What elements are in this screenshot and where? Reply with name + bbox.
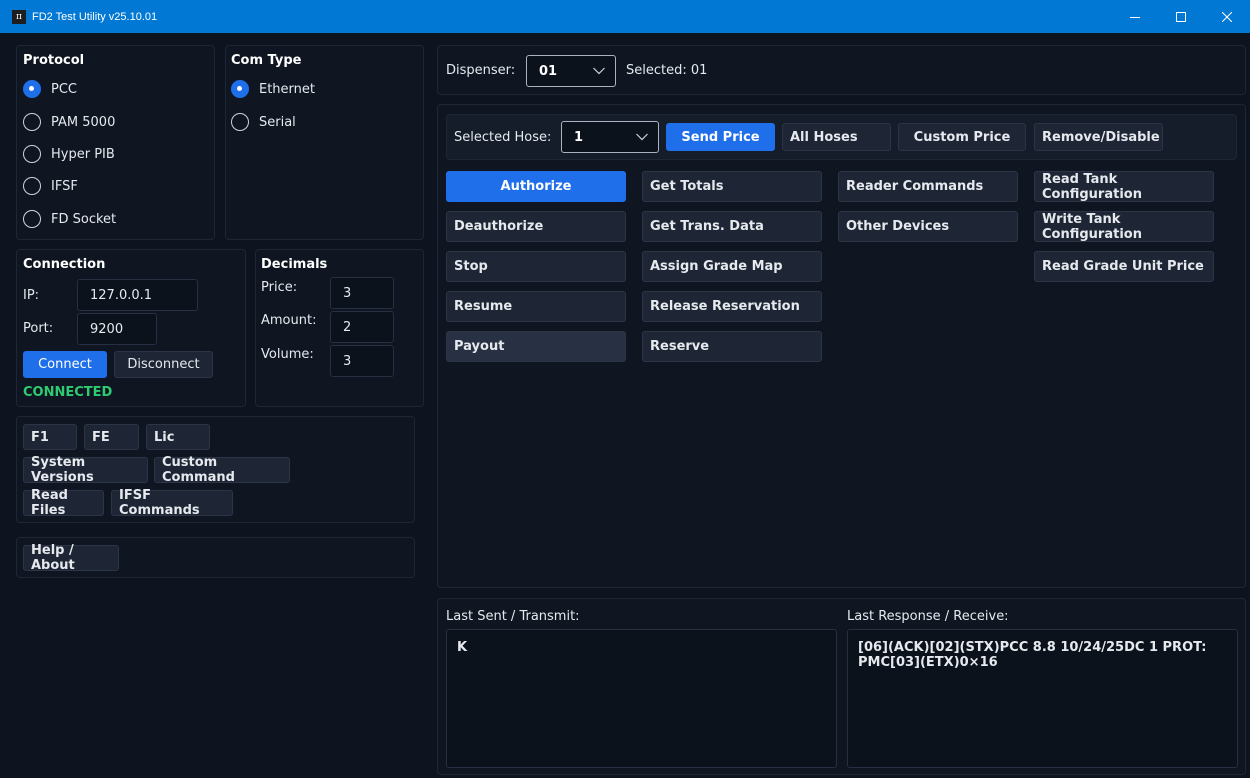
connect-button[interactable]: Connect [23, 351, 107, 378]
connection-heading: Connection [23, 257, 106, 272]
received-label: Last Response / Receive: [847, 609, 1009, 624]
deauthorize-button[interactable]: Deauthorize [446, 211, 626, 242]
window-title: FD2 Test Utility v25.10.01 [32, 10, 158, 23]
radio-selected-icon [23, 80, 41, 98]
price-label: Price: [261, 280, 298, 295]
protocol-option-label: IFSF [51, 178, 78, 194]
get-trans-data-button[interactable]: Get Trans. Data [642, 211, 822, 242]
dispenser-select[interactable]: 01 [526, 55, 616, 87]
close-button[interactable] [1204, 0, 1250, 33]
read-files-button[interactable]: Read Files [23, 488, 104, 518]
radio-selected-icon [231, 80, 249, 98]
radio-unselected-icon [23, 113, 41, 131]
minimize-button[interactable] [1112, 0, 1158, 33]
remove-disable-button[interactable]: Remove/Disable [1034, 123, 1163, 151]
hose-select-value: 1 [574, 129, 584, 145]
close-icon [1222, 11, 1232, 22]
system-versions-button[interactable]: System Versions [23, 455, 148, 485]
protocol-option-label: FD Socket [51, 211, 117, 227]
ifsf-commands-button[interactable]: IFSF Commands [111, 488, 233, 518]
price-decimals-field[interactable]: 3 [330, 277, 394, 309]
radio-unselected-icon [23, 177, 41, 195]
chevron-down-icon [593, 64, 605, 79]
stop-button[interactable]: Stop [446, 251, 626, 282]
protocol-option-label: Hyper PIB [51, 146, 115, 162]
title-bar: π FD2 Test Utility v25.10.01 [0, 0, 1250, 33]
protocol-option-hyper-pib[interactable]: Hyper PIB [23, 145, 115, 163]
protocol-option-label: PCC [51, 81, 77, 97]
radio-unselected-icon [231, 113, 249, 131]
dispenser-select-value: 01 [539, 63, 558, 79]
com-type-panel [225, 45, 424, 240]
sent-textarea[interactable]: K [446, 629, 837, 768]
reserve-button[interactable]: Reserve [642, 331, 822, 362]
resume-button[interactable]: Resume [446, 291, 626, 322]
maximize-button[interactable] [1158, 0, 1204, 33]
reader-commands-button[interactable]: Reader Commands [838, 171, 1018, 202]
assign-grade-map-button[interactable]: Assign Grade Map [642, 251, 822, 282]
selected-hose-label: Selected Hose: [454, 130, 552, 145]
connection-status: CONNECTED [23, 385, 113, 400]
minimize-icon [1130, 16, 1140, 18]
protocol-heading: Protocol [23, 53, 85, 68]
read-grade-unit-price-button[interactable]: Read Grade Unit Price [1034, 251, 1214, 282]
disconnect-button[interactable]: Disconnect [114, 351, 213, 378]
protocol-option-pam5000[interactable]: PAM 5000 [23, 113, 115, 131]
read-tank-configuration-button[interactable]: Read Tank Configuration [1034, 171, 1214, 202]
hose-select[interactable]: 1 [561, 121, 659, 153]
port-label: Port: [23, 321, 54, 336]
received-textarea[interactable]: [06](ACK)[02](STX)PCC 8.8 10/24/25DC 1 P… [847, 629, 1238, 768]
com-type-option-label: Ethernet [259, 81, 315, 97]
decimals-heading: Decimals [261, 257, 328, 272]
volume-label: Volume: [261, 347, 314, 362]
protocol-option-pcc[interactable]: PCC [23, 80, 77, 98]
custom-command-button[interactable]: Custom Command [154, 455, 290, 485]
protocol-option-ifsf[interactable]: IFSF [23, 177, 78, 195]
maximize-icon [1176, 11, 1186, 22]
send-price-button[interactable]: Send Price [666, 123, 775, 151]
other-devices-button[interactable]: Other Devices [838, 211, 1018, 242]
app-icon: π [12, 9, 26, 24]
chevron-down-icon [636, 130, 648, 145]
protocol-option-fd-socket[interactable]: FD Socket [23, 210, 116, 228]
dispenser-label: Dispenser: [446, 63, 516, 78]
com-type-option-serial[interactable]: Serial [231, 113, 296, 131]
selected-dispenser-text: Selected: 01 [626, 63, 708, 78]
amount-decimals-field[interactable]: 2 [330, 311, 394, 343]
port-field[interactable]: 9200 [77, 313, 157, 345]
help-about-button[interactable]: Help / About [23, 543, 119, 573]
sent-label: Last Sent / Transmit: [446, 609, 580, 624]
volume-decimals-field[interactable]: 3 [330, 345, 394, 377]
ip-field[interactable]: 127.0.0.1 [77, 279, 198, 311]
radio-unselected-icon [23, 145, 41, 163]
amount-label: Amount: [261, 313, 317, 328]
write-tank-configuration-button[interactable]: Write Tank Configuration [1034, 211, 1214, 242]
f1-button[interactable]: F1 [23, 424, 77, 450]
get-totals-button[interactable]: Get Totals [642, 171, 822, 202]
ip-label: IP: [23, 288, 40, 303]
radio-unselected-icon [23, 210, 41, 228]
all-hoses-button[interactable]: All Hoses [782, 123, 891, 151]
lic-button[interactable]: Lic [146, 424, 210, 450]
authorize-button[interactable]: Authorize [446, 171, 626, 202]
fe-button[interactable]: FE [84, 424, 139, 450]
com-type-option-ethernet[interactable]: Ethernet [231, 80, 315, 98]
protocol-option-label: PAM 5000 [51, 114, 116, 130]
release-reservation-button[interactable]: Release Reservation [642, 291, 822, 322]
payout-button[interactable]: Payout [446, 331, 626, 362]
com-type-heading: Com Type [231, 53, 302, 68]
com-type-option-label: Serial [259, 114, 296, 130]
custom-price-button[interactable]: Custom Price [898, 123, 1026, 151]
